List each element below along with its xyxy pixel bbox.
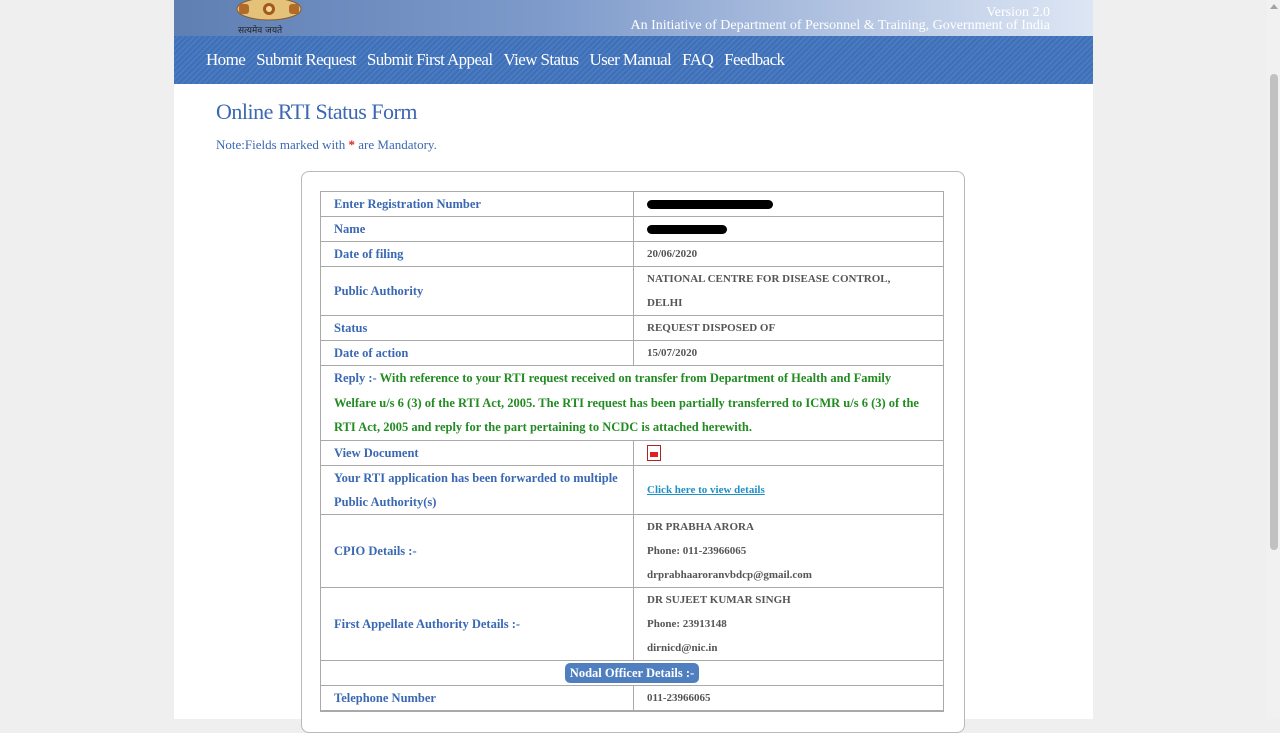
- table-row: Enter Registration Number: [320, 191, 944, 217]
- redacted-value: [647, 199, 773, 209]
- forwarded-value: Click here to view details: [633, 464, 944, 515]
- table-row: Name: [320, 216, 944, 242]
- faa-phone: Phone: 23913148: [647, 617, 727, 630]
- status-label: Status: [320, 315, 634, 341]
- status-details-table: Enter Registration Number Name Date of f…: [320, 191, 944, 712]
- date-filing-value: 20/06/2020: [633, 241, 944, 267]
- faa-name: DR SUJEET KUMAR SINGH: [647, 593, 791, 606]
- cpio-value: DR PRABHA ARORA Phone: 011-23966065 drpr…: [633, 513, 944, 588]
- nodal-officer-header: Nodal Officer Details :-: [564, 662, 700, 683]
- nodal-header-cell: Nodal Officer Details :-: [320, 659, 944, 686]
- version-info: Version 2.0 An Initiative of Department …: [630, 6, 1050, 33]
- emblem-caption: सत्यमेव जयते: [238, 26, 283, 36]
- public-authority-line1: NATIONAL CENTRE FOR DISEASE CONTROL,: [647, 273, 891, 285]
- telephone-value: 011-23966065: [633, 684, 944, 711]
- page-container: सत्यमेव जयते Version 2.0 An Initiative o…: [174, 0, 1093, 733]
- date-action-label: Date of action: [320, 340, 634, 366]
- table-row: View Document: [320, 439, 944, 466]
- table-row: Your RTI application has been forwarded …: [320, 464, 944, 515]
- redacted-value: [647, 224, 727, 234]
- public-authority-value: NATIONAL CENTRE FOR DISEASE CONTROL, DEL…: [633, 266, 944, 316]
- cpio-name: DR PRABHA ARORA: [647, 520, 754, 533]
- table-row: CPIO Details :- DR PRABHA ARORA Phone: 0…: [320, 513, 944, 588]
- table-row: Reply :- With reference to your RTI requ…: [320, 365, 944, 441]
- nav-faq[interactable]: FAQ: [682, 50, 714, 70]
- name-label: Name: [320, 216, 634, 242]
- nav-view-status[interactable]: View Status: [503, 50, 579, 70]
- date-action-value: 15/07/2020: [633, 340, 944, 366]
- table-row: Telephone Number 011-23966065: [320, 684, 944, 711]
- table-row: Date of filing 20/06/2020: [320, 241, 944, 267]
- next-row-value: [633, 709, 944, 712]
- faa-label: First Appellate Authority Details :-: [320, 586, 634, 661]
- scrollbar-thumb[interactable]: [1270, 74, 1278, 550]
- date-filing-label: Date of filing: [320, 241, 634, 267]
- note-prefix: Note:Fields marked with: [216, 137, 346, 152]
- nav-home[interactable]: Home: [206, 50, 246, 70]
- mandatory-star: *: [348, 137, 356, 152]
- page-scrollbar[interactable]: [1267, 0, 1280, 719]
- table-row: Status REQUEST DISPOSED OF: [320, 315, 944, 341]
- initiative-text: An Initiative of Department of Personnel…: [630, 18, 1050, 33]
- reply-label: Reply :-: [334, 371, 377, 385]
- note-suffix: are Mandatory.: [358, 137, 437, 152]
- main-navbar: Home Submit Request Submit First Appeal …: [174, 36, 1093, 84]
- registration-label: Enter Registration Number: [320, 191, 634, 217]
- public-authority-line2: DELHI: [647, 297, 683, 309]
- next-row-label: [320, 709, 634, 712]
- mandatory-note: Note:Fields marked with * are Mandatory.: [216, 137, 437, 153]
- table-row: [320, 709, 944, 712]
- faa-value: DR SUJEET KUMAR SINGH Phone: 23913148 di…: [633, 586, 944, 661]
- nav-submit-request[interactable]: Submit Request: [256, 50, 356, 70]
- forwarded-label: Your RTI application has been forwarded …: [320, 464, 634, 515]
- status-value: REQUEST DISPOSED OF: [633, 315, 944, 341]
- faa-email: dirnicd@nic.in: [647, 641, 718, 654]
- view-document-value: [633, 439, 944, 466]
- scroll-up-arrow-icon[interactable]: [1270, 4, 1278, 9]
- cpio-label: CPIO Details :-: [320, 513, 634, 588]
- telephone-label: Telephone Number: [320, 684, 634, 711]
- cpio-email: drprabhaaroranvbdcp@gmail.com: [647, 568, 812, 581]
- nav-submit-first-appeal[interactable]: Submit First Appeal: [367, 50, 493, 70]
- table-row: First Appellate Authority Details :- DR …: [320, 586, 944, 661]
- pdf-document-icon[interactable]: [647, 444, 661, 461]
- table-row: Date of action 15/07/2020: [320, 340, 944, 366]
- nav-feedback[interactable]: Feedback: [724, 50, 785, 70]
- cpio-phone: Phone: 011-23966065: [647, 544, 747, 557]
- view-document-label: View Document: [320, 439, 634, 466]
- nav-user-manual[interactable]: User Manual: [589, 50, 671, 70]
- header-banner: सत्यमेव जयते Version 2.0 An Initiative o…: [174, 0, 1093, 36]
- table-row: Nodal Officer Details :-: [320, 659, 944, 686]
- public-authority-label: Public Authority: [320, 266, 634, 316]
- reply-text: With reference to your RTI request recei…: [334, 371, 919, 434]
- registration-value: [633, 191, 944, 217]
- table-row: Public Authority NATIONAL CENTRE FOR DIS…: [320, 266, 944, 316]
- page-title: Online RTI Status Form: [216, 99, 417, 124]
- reply-cell: Reply :- With reference to your RTI requ…: [320, 365, 944, 441]
- name-value: [633, 216, 944, 242]
- view-details-link[interactable]: Click here to view details: [647, 484, 765, 496]
